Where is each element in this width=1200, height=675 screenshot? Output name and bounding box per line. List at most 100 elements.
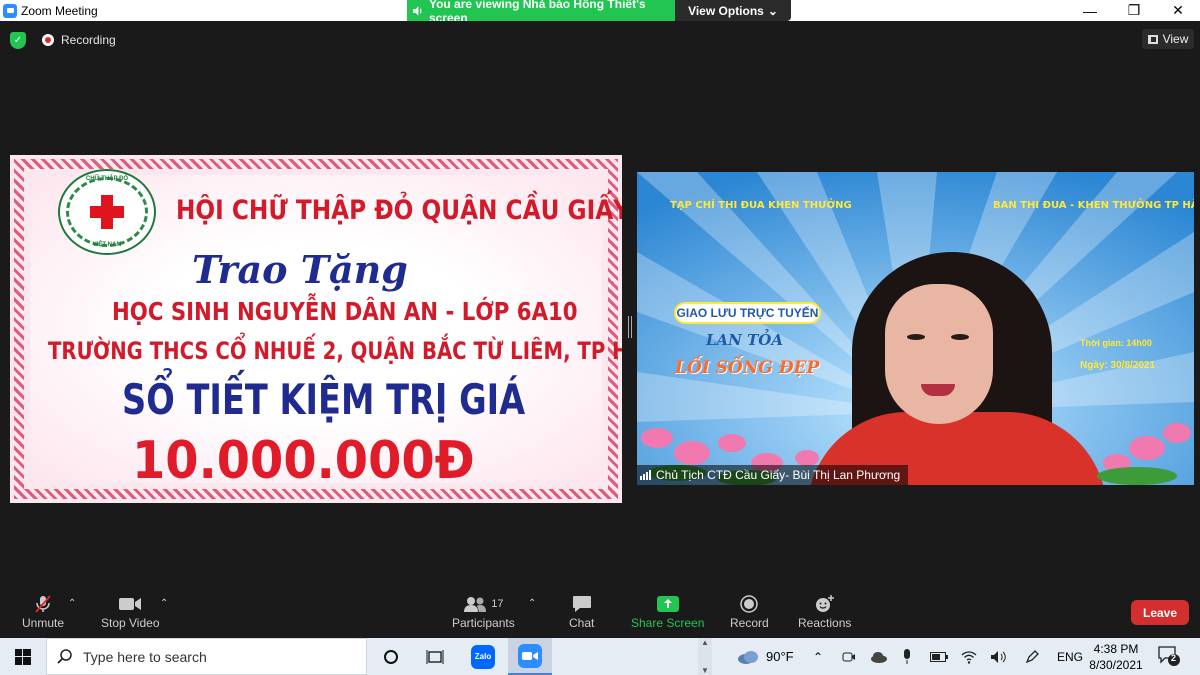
show-hidden-icons-button[interactable]: ⌃ — [813, 638, 823, 675]
notification-count: 2 — [1171, 653, 1177, 663]
volume-icon[interactable] — [990, 638, 1006, 675]
zoom-camera-icon — [518, 643, 542, 668]
chat-button[interactable]: Chat — [569, 595, 594, 630]
stop-video-button[interactable]: Stop Video — [101, 595, 160, 630]
close-icon: ✕ — [1172, 2, 1184, 18]
windows-logo-icon — [15, 648, 31, 665]
windows-taskbar: Type here to search Zalo ▲ ▼ 90°F ⌃ ENG … — [0, 638, 1200, 675]
reactions-label: Reactions — [798, 616, 852, 630]
stop-video-label: Stop Video — [101, 616, 160, 630]
red-cross-logo: CHỮ THẬP ĐỎ VIỆT NAM — [58, 169, 156, 255]
search-placeholder: Type here to search — [83, 648, 207, 665]
zalo-taskbar-app[interactable]: Zalo — [466, 638, 500, 675]
split-view-handle[interactable] — [628, 316, 632, 338]
event-time: Thời gian: 14h00 — [1080, 338, 1152, 348]
close-button[interactable]: ✕ — [1156, 0, 1200, 21]
taskbar-clock[interactable]: 4:38 PM 8/30/2021 — [1086, 641, 1146, 673]
chevron-down-icon: ⌄ — [767, 3, 778, 18]
recording-indicator[interactable]: Recording — [42, 33, 116, 47]
chevron-up-icon: ⌃ — [813, 649, 824, 664]
weather-temperature: 90°F — [766, 649, 794, 664]
chevron-down-icon: ▼ — [701, 666, 709, 675]
participants-count: 17 — [491, 598, 504, 610]
muted-microphone-icon — [34, 595, 52, 613]
signal-strength-icon — [640, 470, 651, 480]
notification-icon — [1158, 646, 1180, 666]
pen-workspace-icon[interactable] — [1024, 638, 1040, 675]
minimize-button[interactable]: — — [1068, 0, 1112, 21]
award-amount: 10.000.000Đ — [132, 431, 475, 491]
speaker-face — [885, 284, 993, 424]
share-screen-arrow-icon — [656, 595, 679, 613]
logo-top-text: CHỮ THẬP ĐỎ — [85, 176, 129, 182]
window-title: Zoom Meeting — [21, 3, 98, 18]
view-options-label: View Options — [688, 3, 764, 18]
student-line: HỌC SINH NGUYỄN DÂN AN - LỚP 6A10 — [112, 297, 578, 326]
taskbar-scroll[interactable]: ▲ ▼ — [698, 638, 712, 675]
school-line: TRƯỜNG THCS CỔ NHUẾ 2, QUẬN BẮC TỪ LIÊM,… — [48, 337, 622, 365]
window-title-bar: Zoom Meeting You are viewing Nhà báo Hồn… — [0, 0, 1200, 25]
record-label: Record — [730, 616, 769, 630]
audio-options-caret[interactable]: ⌃ — [68, 598, 76, 609]
committee-header: BAN THI ĐUA - KHEN THƯỞNG TP HÀ NỘI — [993, 200, 1194, 211]
reactions-button[interactable]: Reactions — [798, 595, 851, 630]
meet-now-icon[interactable] — [842, 638, 856, 675]
event-date: Ngày: 30/8/2021 — [1080, 360, 1156, 371]
savings-book-line: SỔ TIẾT KIỆM TRỊ GIÁ — [122, 375, 526, 424]
grid-icon — [1147, 34, 1158, 44]
recording-label: Recording — [61, 33, 116, 47]
clock-date: 8/30/2021 — [1089, 658, 1143, 672]
wifi-icon[interactable] — [961, 638, 977, 675]
zoom-app-icon — [3, 3, 17, 18]
participant-name-tag: Chủ Tịch CTĐ Cầu Giấy- Bùi Thị Lan Phươn… — [637, 465, 909, 485]
participant-video[interactable]: TẠP CHÍ THI ĐUA KHEN THƯỞNG BAN THI ĐUA … — [637, 172, 1194, 485]
view-label: View — [1162, 32, 1189, 46]
zoom-taskbar-app[interactable] — [508, 638, 552, 675]
video-options-caret[interactable]: ⌃ — [160, 598, 168, 609]
leave-button[interactable]: Leave — [1131, 600, 1189, 625]
microphone-tray-icon[interactable] — [902, 638, 912, 675]
cortana-button[interactable] — [376, 638, 406, 675]
shared-screen: CHỮ THẬP ĐỎ VIỆT NAM HỘI CHỮ THẬP ĐỎ QUẬ… — [10, 155, 622, 503]
onedrive-cloud-icon[interactable] — [870, 638, 888, 675]
maximize-button[interactable]: ❐ — [1112, 0, 1156, 21]
view-options-button[interactable]: View Options ⌄ — [675, 0, 791, 21]
participants-button[interactable]: 17 Participants — [452, 595, 515, 630]
start-button[interactable] — [0, 638, 46, 675]
share-screen-button[interactable]: Share Screen — [631, 595, 704, 630]
participants-options-caret[interactable]: ⌃ — [528, 598, 536, 609]
chevron-up-icon: ▲ — [701, 638, 709, 647]
cloudy-weather-icon — [738, 650, 758, 664]
share-screen-label: Share Screen — [631, 616, 705, 630]
battery-icon[interactable] — [930, 638, 948, 675]
magazine-header: TẠP CHÍ THI ĐUA KHEN THƯỞNG — [670, 200, 852, 211]
search-icon — [57, 648, 72, 664]
security-shield-icon[interactable]: ✓ — [10, 32, 26, 49]
unmute-button[interactable]: Unmute — [22, 595, 64, 630]
task-view-button[interactable] — [420, 638, 450, 675]
logo-bottom-text: VIỆT NAM — [92, 242, 122, 248]
weather-widget[interactable]: 90°F — [736, 638, 794, 675]
taskbar-search-box[interactable]: Type here to search — [46, 638, 367, 675]
record-button[interactable]: Record — [730, 595, 769, 630]
action-center-button[interactable]: 2 — [1158, 646, 1180, 671]
viewing-indicator: You are viewing Nhà báo Hồng Thiết's scr… — [407, 0, 675, 25]
meeting-toolbar: Unmute ⌃ Stop Video ⌃ 17 Participants ⌃ … — [0, 587, 1200, 638]
chat-bubble-icon — [572, 595, 592, 613]
zalo-app-icon: Zalo — [471, 644, 495, 669]
speaker-icon — [412, 5, 422, 16]
record-dot-icon — [42, 34, 54, 46]
meeting-area: ✓ Recording View CHỮ THẬP ĐỎ VIỆT NAM HỘ… — [0, 21, 1200, 587]
participants-icon: 17 — [463, 595, 503, 613]
chat-label: Chat — [569, 616, 595, 630]
participant-name: Chủ Tịch CTĐ Cầu Giấy- Bùi Thị Lan Phươn… — [656, 468, 901, 482]
loi-song-title: LỐI SỐNG ĐẸP — [675, 358, 820, 378]
minimize-icon: — — [1083, 2, 1097, 19]
cortana-circle-icon — [384, 649, 398, 664]
participants-label: Participants — [452, 616, 515, 630]
view-layout-button[interactable]: View — [1142, 29, 1194, 49]
clock-time: 4:38 PM — [1093, 642, 1139, 656]
unmute-label: Unmute — [22, 616, 65, 630]
input-language-button[interactable]: ENG — [1057, 638, 1083, 675]
screen-share-banner: You are viewing Nhà báo Hồng Thiết's scr… — [407, 0, 791, 25]
